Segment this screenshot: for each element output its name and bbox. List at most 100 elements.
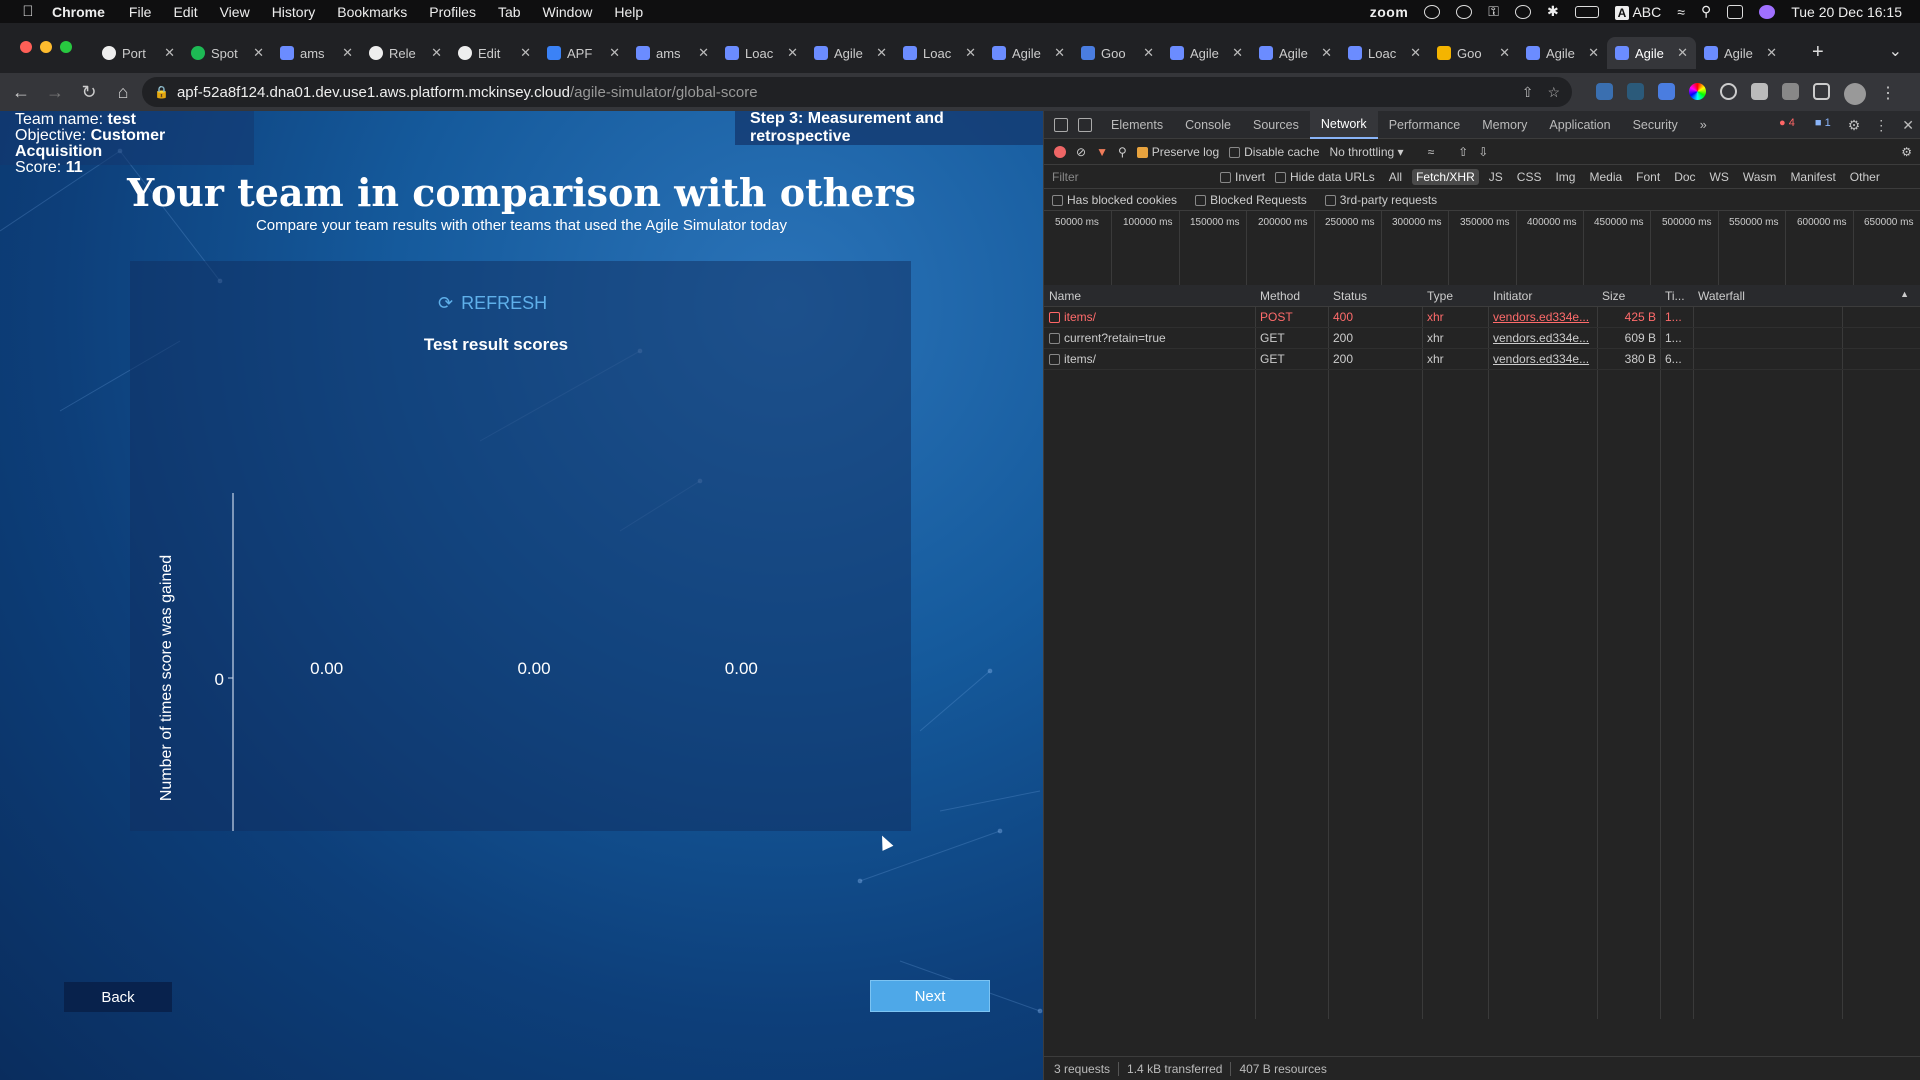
maximize-window-icon[interactable]: [60, 41, 72, 53]
close-tab-icon[interactable]: ✕: [1143, 45, 1154, 61]
globe-icon[interactable]: [1456, 4, 1473, 19]
export-har-icon[interactable]: ⇩: [1478, 145, 1488, 159]
browser-tab[interactable]: Agile ✕: [1696, 37, 1785, 69]
close-devtools-icon[interactable]: ✕: [1902, 117, 1914, 134]
menu-tab[interactable]: Tab: [498, 4, 521, 20]
bookmark-star-icon[interactable]: ☆: [1547, 84, 1560, 101]
tab-search-chevron-icon[interactable]: ⌄: [1889, 41, 1902, 61]
next-button[interactable]: Next: [870, 980, 990, 1012]
network-overview-timeline[interactable]: 50000 ms 100000 ms 150000 ms 200000 ms 25000…: [1044, 211, 1920, 293]
menu-history[interactable]: History: [272, 4, 316, 20]
browser-tab[interactable]: Loac ✕: [717, 37, 806, 69]
close-tab-icon[interactable]: ✕: [164, 45, 175, 61]
invert-checkbox[interactable]: Invert: [1220, 170, 1265, 184]
reload-icon[interactable]: ↻: [76, 82, 102, 103]
close-tab-icon[interactable]: ✕: [342, 45, 353, 61]
filter-type-media[interactable]: Media: [1585, 169, 1626, 185]
apple-icon[interactable]: : [18, 3, 38, 20]
close-tab-icon[interactable]: ✕: [1321, 45, 1332, 61]
menu-profiles[interactable]: Profiles: [429, 4, 476, 20]
devtools-tab-security[interactable]: Security: [1622, 111, 1689, 139]
filter-type-wasm[interactable]: Wasm: [1739, 169, 1781, 185]
network-settings-icon[interactable]: ⚙: [1901, 145, 1912, 159]
cell-initiator[interactable]: vendors.ed334e...: [1488, 310, 1597, 324]
key-icon[interactable]: ⚿: [1488, 3, 1499, 20]
devtools-tab-memory[interactable]: Memory: [1471, 111, 1538, 139]
devtools-tab-network[interactable]: Network: [1309, 110, 1378, 139]
cloud-icon[interactable]: [1424, 4, 1441, 19]
col-size[interactable]: Size: [1597, 289, 1660, 303]
settings-gear-icon[interactable]: ⚙: [1848, 117, 1861, 134]
lock-icon[interactable]: 🔒: [154, 85, 169, 99]
filter-type-all[interactable]: All: [1385, 169, 1406, 185]
inspect-element-icon[interactable]: [1054, 117, 1068, 132]
disable-cache-checkbox[interactable]: Disable cache: [1229, 145, 1320, 159]
wifi-icon[interactable]: ≈: [1677, 4, 1685, 20]
filter-type-other[interactable]: Other: [1846, 169, 1884, 185]
record-icon[interactable]: [1054, 145, 1066, 158]
col-time[interactable]: Ti...: [1660, 289, 1693, 303]
close-tab-icon[interactable]: ✕: [1766, 45, 1777, 61]
device-toolbar-icon[interactable]: [1078, 117, 1092, 132]
play-icon[interactable]: [1514, 4, 1531, 19]
import-har-icon[interactable]: ⇧: [1458, 145, 1468, 159]
browser-tab[interactable]: Rele ✕: [361, 37, 450, 69]
browser-tab[interactable]: APF ✕: [539, 37, 628, 69]
col-name[interactable]: Name: [1044, 289, 1255, 303]
address-bar[interactable]: 🔒 apf-52a8f124.dna01.dev.use1.aws.platfo…: [142, 77, 1572, 107]
blocked-requests-checkbox[interactable]: Blocked Requests: [1195, 193, 1307, 207]
third-party-checkbox[interactable]: 3rd-party requests: [1324, 193, 1437, 207]
devtools-tab-performance[interactable]: Performance: [1378, 111, 1472, 139]
filter-type-css[interactable]: CSS: [1513, 169, 1546, 185]
close-tab-icon[interactable]: ✕: [520, 45, 531, 61]
browser-tab[interactable]: Edit ✕: [450, 37, 539, 69]
table-row[interactable]: items/GET 200 xhr vendors.ed334e... 380 B 6..…: [1044, 349, 1920, 370]
menu-view[interactable]: View: [220, 4, 250, 20]
chrome-menu-icon[interactable]: ⋮: [1880, 83, 1896, 105]
close-tab-icon[interactable]: ✕: [1410, 45, 1421, 61]
menu-edit[interactable]: Edit: [173, 4, 197, 20]
menu-bookmarks[interactable]: Bookmarks: [337, 4, 407, 20]
back-arrow-icon[interactable]: ←: [8, 82, 34, 103]
col-status[interactable]: Status: [1328, 289, 1422, 303]
preserve-log-checkbox[interactable]: Preserve log: [1136, 145, 1219, 159]
error-count-badge[interactable]: ● 4: [1776, 117, 1798, 134]
devtools-tab-elements[interactable]: Elements: [1100, 111, 1174, 139]
clock[interactable]: Tue 20 Dec 16:15: [1791, 4, 1902, 20]
browser-tab[interactable]: ams ✕: [628, 37, 717, 69]
filter-type-img[interactable]: Img: [1551, 169, 1579, 185]
cell-name[interactable]: items/: [1044, 310, 1255, 324]
browser-tab[interactable]: Loac ✕: [895, 37, 984, 69]
back-button[interactable]: Back: [64, 982, 172, 1012]
battery-icon[interactable]: [1574, 5, 1599, 18]
has-blocked-cookies-checkbox[interactable]: Has blocked cookies: [1052, 193, 1177, 207]
close-tab-icon[interactable]: ✕: [876, 45, 887, 61]
throttling-select[interactable]: No throttling ▾: [1330, 145, 1404, 159]
col-method[interactable]: Method: [1255, 289, 1328, 303]
devtools-tab-application[interactable]: Application: [1538, 111, 1621, 139]
hide-data-urls-checkbox[interactable]: Hide data URLs: [1275, 170, 1375, 184]
extension-1-icon[interactable]: [1596, 83, 1613, 100]
devtools-tab-sources[interactable]: Sources: [1242, 111, 1310, 139]
col-type[interactable]: Type: [1422, 289, 1488, 303]
menu-app-chrome[interactable]: Chrome: [52, 4, 105, 20]
col-initiator[interactable]: Initiator: [1488, 289, 1597, 303]
puzzle-extensions-icon[interactable]: [1751, 83, 1768, 100]
menu-file[interactable]: File: [129, 4, 152, 20]
close-tab-icon[interactable]: ✕: [431, 45, 442, 61]
react-devtools-icon[interactable]: [1627, 83, 1644, 100]
browser-tab[interactable]: Goo ✕: [1073, 37, 1162, 69]
close-tab-icon[interactable]: ✕: [253, 45, 264, 61]
cell-initiator[interactable]: vendors.ed334e...: [1488, 331, 1597, 345]
close-tab-icon[interactable]: ✕: [1232, 45, 1243, 61]
browser-tab[interactable]: Agile ✕: [1162, 37, 1251, 69]
browser-tab[interactable]: Agile ✕: [806, 37, 895, 69]
browser-tab[interactable]: Agile ✕: [1518, 37, 1607, 69]
input-a-icon[interactable]: A: [1614, 5, 1630, 20]
home-icon[interactable]: ⌂: [110, 82, 136, 103]
network-conditions-icon[interactable]: ≈: [1428, 145, 1435, 159]
bluetooth-icon[interactable]: ✱: [1547, 3, 1559, 20]
browser-tab[interactable]: Port ✕: [94, 37, 183, 69]
more-tabs-icon[interactable]: »: [1689, 111, 1718, 139]
new-tab-icon[interactable]: +: [1812, 41, 1824, 64]
